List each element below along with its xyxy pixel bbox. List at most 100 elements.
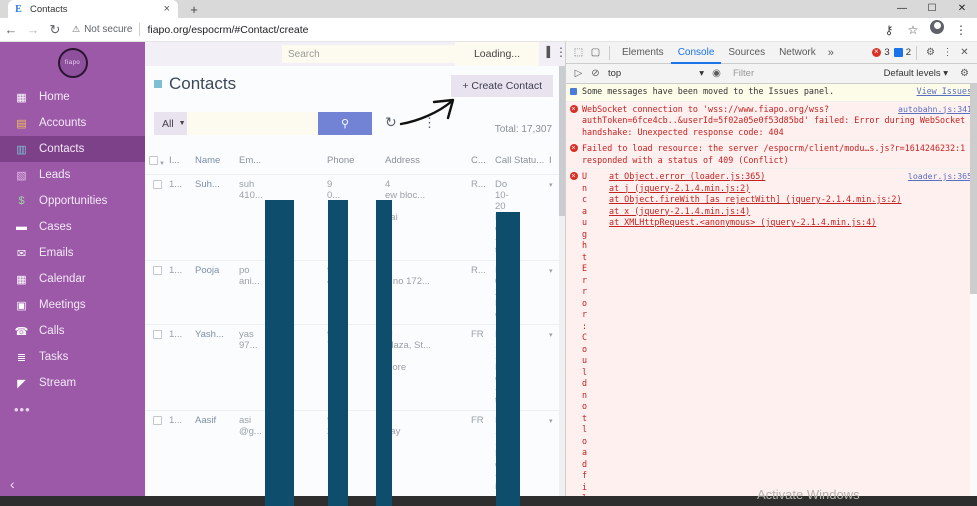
cell-email: suh 410... [239,179,327,201]
cell-id-line: 1... [169,329,183,340]
fiapo-logo[interactable]: fiapo [57,48,88,78]
tab-sources[interactable]: Sources [721,42,772,64]
device-toolbar-icon[interactable]: ▢ [587,47,604,58]
select-all-checkbox[interactable]: ▼ [145,155,169,168]
create-contact-button[interactable]: + Create Contact [451,75,553,97]
console-sidebar-icon[interactable]: ▷ [570,68,587,79]
console-filter-input[interactable]: Filter [733,68,883,79]
list-search-input[interactable] [187,112,318,135]
error-icon [570,170,582,506]
console-settings-icon[interactable]: ⚙ [956,68,973,79]
refresh-icon[interactable]: ↻ [385,114,397,131]
console-scrollbar[interactable] [970,84,977,506]
list-check-icon: ≣ [16,351,27,364]
tab-console[interactable]: Console [671,42,722,64]
address-bar[interactable]: ⚠ Not secure fiapo.org/espocrm/#Contact/… [72,18,877,42]
new-tab-button[interactable]: + [186,2,202,18]
cell-cty: R... [471,179,495,190]
sidebar-item-meetings[interactable]: ▣ Meetings [0,292,145,318]
sidebar-item-tasks[interactable]: ≣ Tasks [0,344,145,370]
col-country[interactable]: C... [471,155,495,168]
search-button[interactable]: ⚲ [318,112,372,135]
minimize-icon[interactable]: — [887,0,917,18]
sidebar-item-cases[interactable]: ▬ Cases [0,214,145,240]
password-key-icon[interactable]: ⚷ [877,18,901,42]
row-checkbox[interactable] [145,329,169,342]
phone-icon: ☎ [14,325,29,338]
row-checkbox[interactable] [145,179,169,192]
col-name[interactable]: Name [195,155,239,168]
devtools-tabbar-right: 3 2 ⚙ ⋮ ✕ [868,45,973,60]
col-id[interactable]: I... [169,155,195,168]
sidebar-item-contacts[interactable]: ▥ Contacts [0,136,145,162]
stack-frame[interactable]: at x (jquery-2.1.4.min.js:4) [587,206,973,218]
sidebar-item-calendar[interactable]: ▦ Calendar [0,266,145,292]
cell-cty: FR [471,329,495,340]
notifications-icon[interactable]: ▐ [543,47,550,58]
bookmark-star-icon[interactable]: ☆ [901,18,925,42]
browser-tab[interactable]: E Contacts × [8,0,178,18]
devtools-menu-icon[interactable]: ⋮ [939,47,956,58]
redaction-bar-2 [328,200,348,506]
total-count-label: Total: 17,307 [494,124,552,135]
tab-network[interactable]: Network [772,42,823,64]
sidebar-item-label: Calls [39,325,65,337]
sidebar-item-opportunities[interactable]: $ Opportunities [0,188,145,214]
row-checkbox[interactable] [145,265,169,278]
sidebar-item-calls[interactable]: ☎ Calls [0,318,145,344]
window-close-icon[interactable]: ✕ [947,0,977,18]
cell-cty-line: FR [471,415,484,426]
console-message-source[interactable]: autobahn.js:341 [898,104,972,116]
reload-icon[interactable]: ↻ [44,18,66,42]
profile-avatar-icon[interactable] [925,18,949,42]
tab-elements[interactable]: Elements [615,42,671,64]
sidebar-item-accounts[interactable]: ▤ Accounts [0,110,145,136]
devtools-close-icon[interactable]: ✕ [956,47,973,58]
redaction-bar-3 [376,200,392,506]
col-email[interactable]: Em... [239,155,327,168]
back-icon[interactable]: ← [0,18,22,42]
col-call-status[interactable]: Call Statu... [495,155,549,168]
log-levels-select[interactable]: Default levels ▾ [884,68,948,79]
sidebar-more-icon[interactable]: ••• [0,402,145,417]
devtools-settings-icon[interactable]: ⚙ [922,47,939,58]
cell-addr-line: M [385,329,471,340]
console-message-error[interactable]: WebSocket connection to 'wss://www.fiapo… [566,101,977,141]
inspect-element-icon[interactable]: ⬚ [570,47,587,58]
execution-context-select[interactable]: top ▾ [604,68,708,79]
sidebar-nav-list: ▦ Home ▤ Accounts ▥ Contacts ▧ Leads $ Opportunit… [0,84,145,396]
user-menu-icon[interactable]: ⋮ [555,45,565,59]
stack-frame[interactable]: at XMLHttpRequest.<anonymous> (jquery-2.… [587,217,973,229]
console-message-error[interactable]: Uncaught Error: Could not load file 'cli… [566,169,977,506]
col-address[interactable]: Address [385,155,471,168]
rss-icon: ◤ [17,377,26,390]
console-message-source[interactable]: loader.js:365 [908,171,972,183]
cell-addr-line: C [385,201,471,212]
sidebar-item-leads[interactable]: ▧ Leads [0,162,145,188]
view-issues-link[interactable]: View Issues [917,86,972,98]
sidebar-item-emails[interactable]: ✉ Emails [0,240,145,266]
activate-windows-watermark: Activate Windows Go to Settings to activ… [757,487,891,506]
error-count-badge[interactable]: 3 [872,47,890,58]
more-tabs-icon[interactable]: » [823,47,839,59]
console-message-error[interactable]: Failed to load resource: the server /esp… [566,141,977,169]
browser-menu-icon[interactable]: ⋮ [949,18,973,42]
col-phone[interactable]: Phone [327,155,385,168]
building-icon: ▤ [16,117,27,130]
info-count-badge[interactable]: 2 [893,47,911,58]
sidebar-collapse-button[interactable]: ‹ [10,476,15,492]
watermark-title: Activate Windows [757,487,860,502]
maximize-icon[interactable]: ☐ [917,0,947,18]
live-expression-eye-icon[interactable]: ◉ [708,68,725,79]
cell-addr-line: B [385,351,471,362]
console-message-info[interactable]: Some messages have been moved to the Iss… [566,84,977,102]
stack-frame[interactable]: at j (jquery-2.1.4.min.js:2) [587,183,973,195]
stack-frame[interactable]: at Object.fireWith [as rejectWith] (jque… [587,194,973,206]
sidebar-item-stream[interactable]: ◤ Stream [0,370,145,396]
clear-console-icon[interactable]: ⊘ [587,68,604,79]
sidebar-item-home[interactable]: ▦ Home [0,84,145,110]
close-icon[interactable]: × [161,3,173,15]
cell-addr-line: Plaza, St... [385,340,431,351]
forward-icon[interactable]: → [22,18,44,42]
row-checkbox[interactable] [145,415,169,428]
